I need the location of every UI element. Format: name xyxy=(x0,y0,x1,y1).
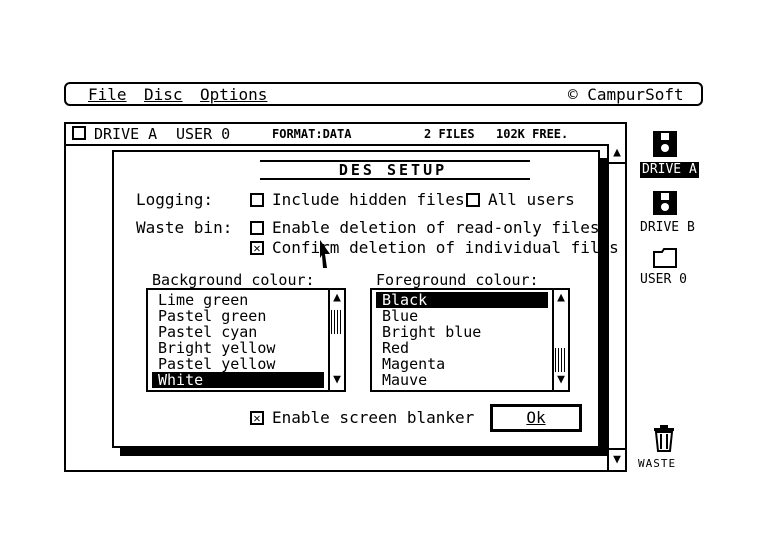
scroll-divider xyxy=(609,448,625,450)
menu-bar: File Disc Options © CampurSoft xyxy=(64,82,703,106)
all-users-checkbox[interactable] xyxy=(466,193,480,207)
list-item[interactable]: Lime green xyxy=(152,292,324,308)
brand-label: © CampurSoft xyxy=(568,85,684,104)
menu-file[interactable]: File xyxy=(88,85,127,105)
list-item[interactable]: Red xyxy=(376,340,548,356)
background-colour-items: Lime green Pastel green Pastel cyan Brig… xyxy=(152,292,324,388)
window-drive-label: DRIVE A xyxy=(94,125,158,143)
window-title-bar: DRIVE A USER 0 FORMAT:DATA 2 FILES 102K … xyxy=(66,124,607,146)
drive-b-desktop-icon[interactable]: DRIVE B xyxy=(640,190,700,238)
window-scrollbar[interactable]: ▲ ▼ xyxy=(607,144,625,470)
scroll-up-arrow-icon[interactable]: ▲ xyxy=(554,290,568,306)
list-item[interactable]: Mauve xyxy=(376,372,548,388)
drive-b-label: DRIVE B xyxy=(640,220,695,235)
menu-disc[interactable]: Disc xyxy=(144,85,183,105)
list-item[interactable]: Bright yellow xyxy=(152,340,324,356)
list-item[interactable]: Blue xyxy=(376,308,548,324)
trash-can-icon xyxy=(654,425,674,452)
background-list-scrollbar[interactable]: ▲ ▼ xyxy=(328,290,344,390)
menu-options[interactable]: Options xyxy=(200,85,267,105)
enable-readonly-deletion-label[interactable]: Enable deletion of read-only files xyxy=(272,218,600,238)
scroll-up-arrow-icon[interactable]: ▲ xyxy=(609,145,625,161)
screen-blanker-checkbox[interactable]: ✕ xyxy=(250,411,264,425)
include-hidden-checkbox[interactable] xyxy=(250,193,264,207)
folder-icon xyxy=(653,248,677,268)
list-item-selected[interactable]: White xyxy=(152,372,324,388)
window-user-label: USER 0 xyxy=(176,125,231,143)
user-0-desktop-icon[interactable]: USER 0 xyxy=(640,248,700,290)
list-item[interactable]: Bright blue xyxy=(376,324,548,340)
window-close-box[interactable] xyxy=(72,126,86,140)
foreground-colour-label: Foreground colour: xyxy=(376,271,539,289)
ok-button[interactable]: Ok xyxy=(490,404,582,432)
floppy-disk-icon xyxy=(653,191,677,215)
floppy-disk-icon xyxy=(653,131,677,157)
window-files-count: 2 FILES xyxy=(424,127,475,141)
screen-blanker-label[interactable]: Enable screen blanker xyxy=(272,408,474,428)
scroll-down-arrow-icon[interactable]: ▼ xyxy=(330,372,344,388)
ok-button-label: Ok xyxy=(526,408,546,427)
enable-readonly-deletion-checkbox[interactable] xyxy=(250,221,264,235)
window-free-space: 102K FREE. xyxy=(496,127,569,141)
background-colour-list[interactable]: Lime green Pastel green Pastel cyan Brig… xyxy=(146,288,346,392)
waste-label: WASTE xyxy=(638,457,677,470)
scroll-down-arrow-icon[interactable]: ▼ xyxy=(554,372,568,388)
scroll-divider xyxy=(609,162,625,164)
scroll-up-arrow-icon[interactable]: ▲ xyxy=(330,290,344,306)
foreground-colour-list[interactable]: Black Blue Bright blue Red Magenta Mauve… xyxy=(370,288,570,392)
list-item[interactable]: Pastel yellow xyxy=(152,356,324,372)
dialog-title: DES SETUP xyxy=(338,161,448,179)
list-item-selected[interactable]: Black xyxy=(376,292,548,308)
foreground-list-scrollbar[interactable]: ▲ ▼ xyxy=(552,290,568,390)
logging-label: Logging: xyxy=(136,190,214,209)
background-colour-label: Background colour: xyxy=(152,271,315,289)
dialog-title-bar: DES SETUP xyxy=(260,160,530,180)
drive-a-desktop-icon[interactable]: DRIVE A xyxy=(640,130,700,184)
waste-bin-desktop-icon[interactable]: WASTE xyxy=(638,424,698,472)
scroll-thumb[interactable] xyxy=(331,310,343,334)
scroll-down-arrow-icon[interactable]: ▼ xyxy=(609,452,625,468)
list-item[interactable]: Magenta xyxy=(376,356,548,372)
mouse-pointer-icon xyxy=(320,240,330,268)
des-setup-dialog: DES SETUP Logging: Include hidden files … xyxy=(112,150,619,448)
list-item[interactable]: Pastel green xyxy=(152,308,324,324)
window-format-label: FORMAT:DATA xyxy=(272,127,352,141)
foreground-colour-items: Black Blue Bright blue Red Magenta Mauve xyxy=(376,292,548,388)
confirm-deletion-checkbox[interactable]: ✕ xyxy=(250,241,264,255)
scroll-thumb[interactable] xyxy=(555,348,567,372)
user-0-label: USER 0 xyxy=(640,272,687,287)
waste-bin-label: Waste bin: xyxy=(136,218,233,237)
include-hidden-label[interactable]: Include hidden files xyxy=(272,190,465,210)
drive-a-label: DRIVE A xyxy=(640,162,699,178)
list-item[interactable]: Pastel cyan xyxy=(152,324,324,340)
all-users-label[interactable]: All users xyxy=(488,190,575,210)
